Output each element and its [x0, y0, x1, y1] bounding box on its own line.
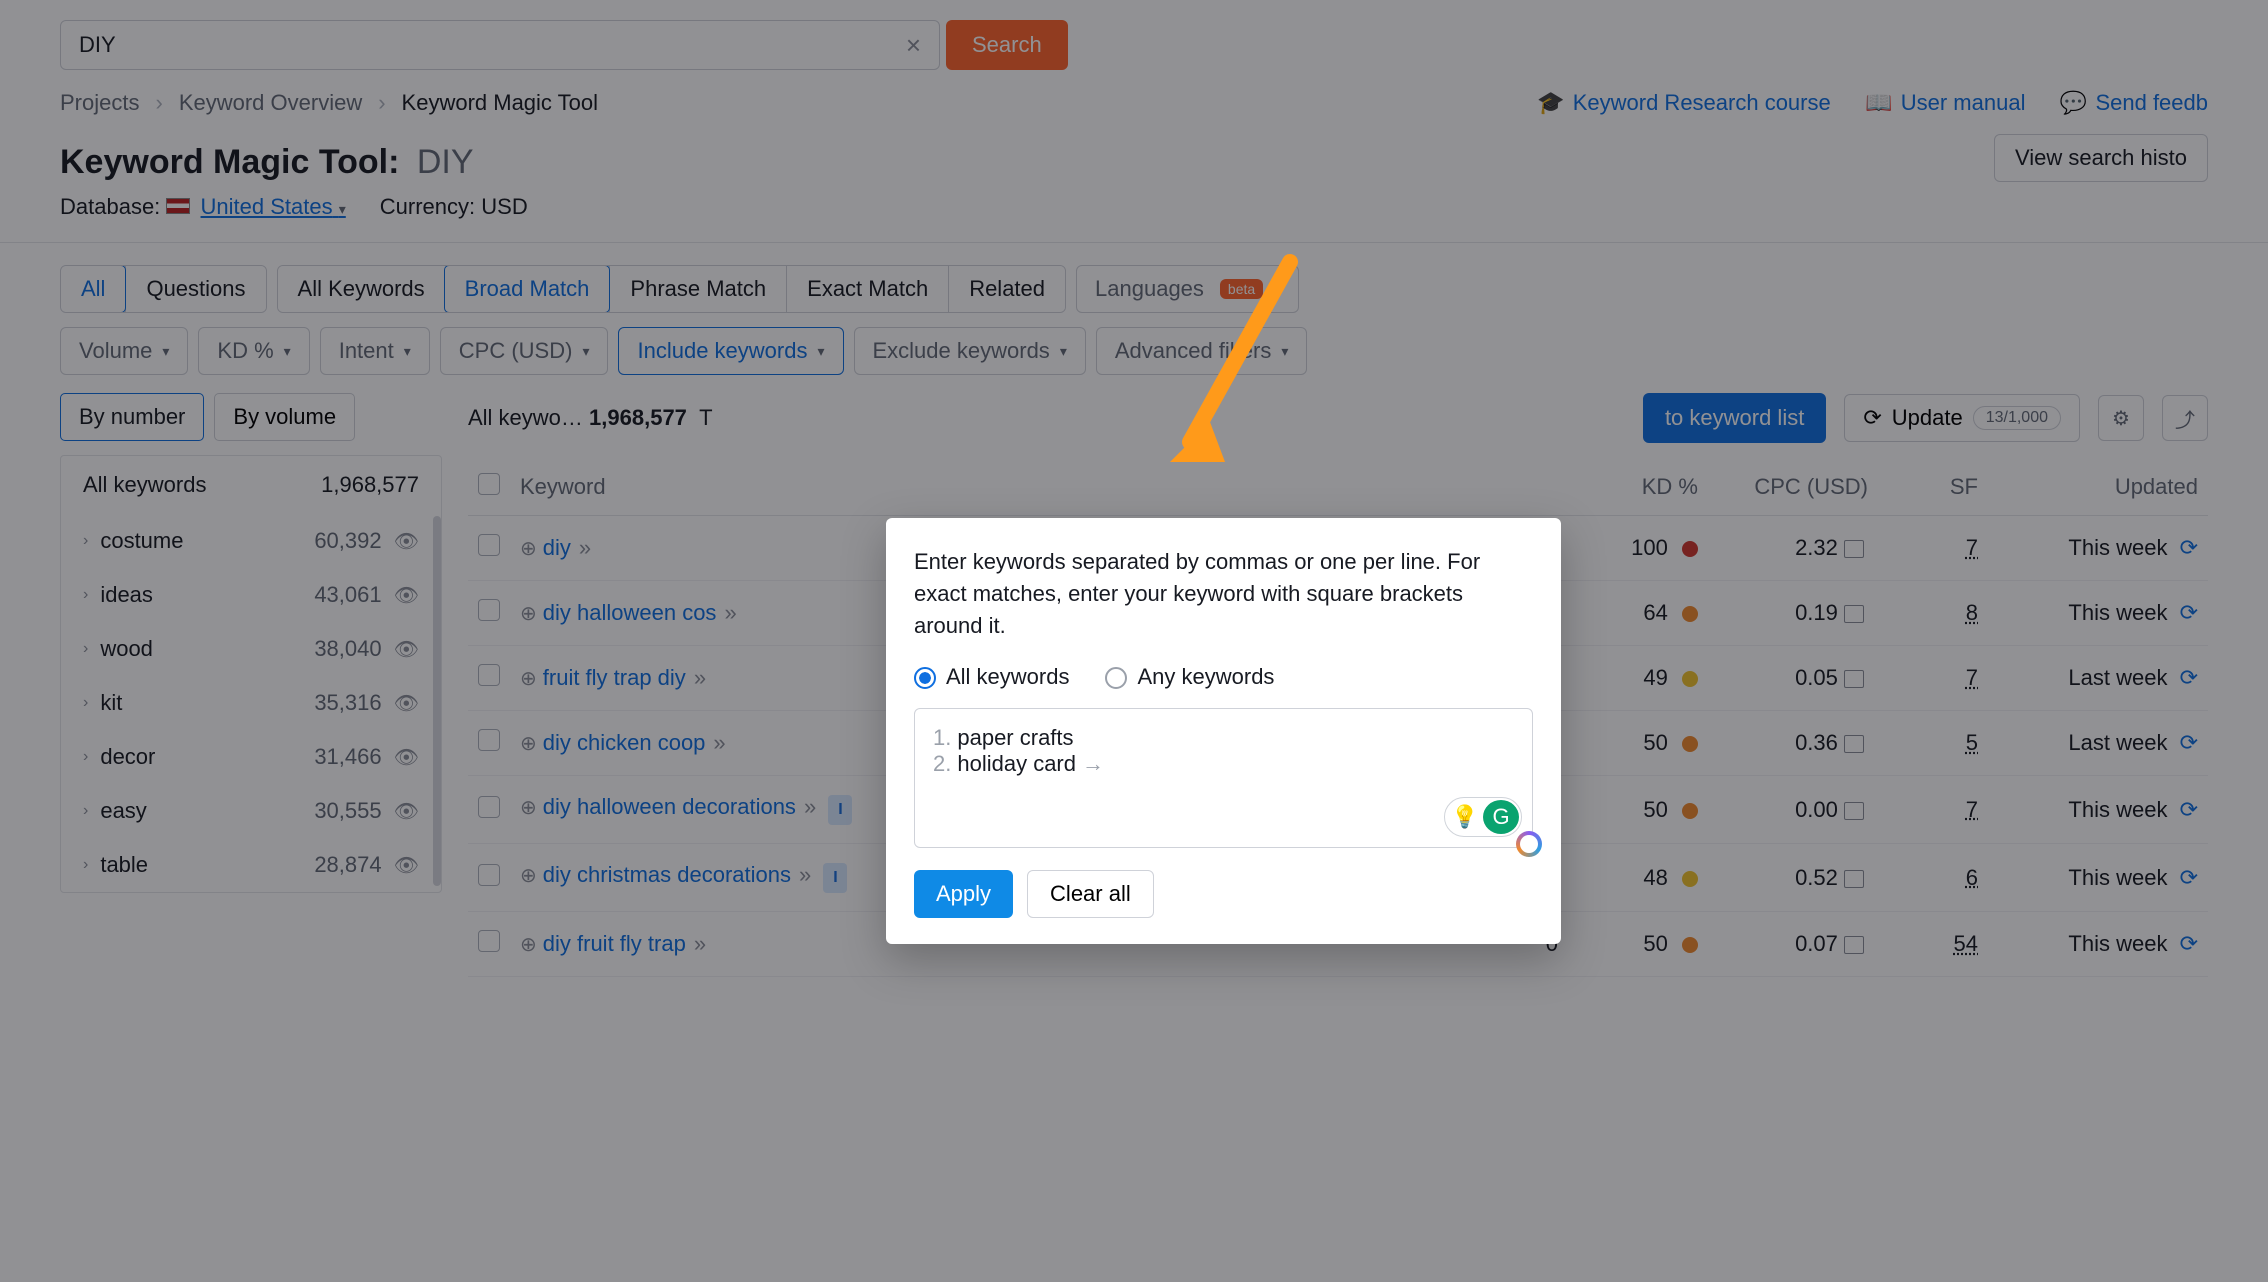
assistant-badge-icon[interactable]	[1516, 831, 1542, 857]
lightbulb-icon: 💡	[1447, 800, 1483, 834]
apply-button[interactable]: Apply	[914, 870, 1013, 918]
grammarly-widget[interactable]: 💡 G	[1444, 797, 1522, 837]
annotation-arrow	[1150, 252, 1320, 477]
include-keywords-popover: Enter keywords separated by commas or on…	[886, 518, 1561, 944]
radio-all-keywords[interactable]: All keywords	[914, 664, 1069, 690]
clear-all-button[interactable]: Clear all	[1027, 870, 1154, 918]
include-keywords-textarea[interactable]: 1.paper crafts 2.holiday card→ 💡 G	[914, 708, 1533, 848]
radio-on-icon	[914, 667, 936, 689]
popover-help-text: Enter keywords separated by commas or on…	[914, 546, 1533, 642]
radio-off-icon	[1105, 667, 1127, 689]
radio-any-keywords[interactable]: Any keywords	[1105, 664, 1274, 690]
arrow-right-icon: →	[1082, 751, 1104, 776]
grammarly-icon: G	[1483, 800, 1519, 834]
